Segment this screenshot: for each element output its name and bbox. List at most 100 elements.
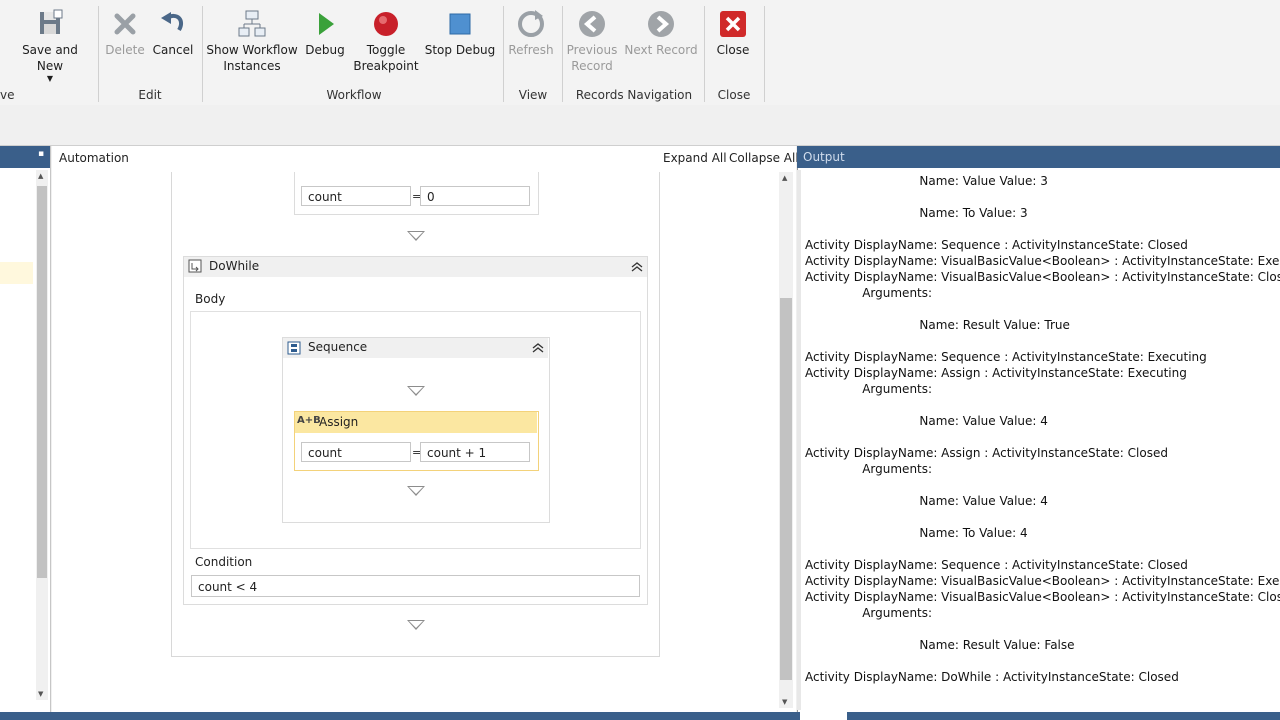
output-line: Activity DisplayName: VisualBasicValue<B… (805, 590, 1280, 604)
cancel-button[interactable]: Cancel (152, 8, 194, 58)
chevron-down-icon[interactable]: ▼ (8, 74, 92, 84)
output-line: Activity DisplayName: Sequence : Activit… (805, 238, 1188, 252)
output-title: Output (803, 150, 845, 164)
toggle-breakpoint-button[interactable]: Toggle Breakpoint (352, 8, 420, 74)
output-line: Name: Value Value: 3 (805, 174, 1048, 188)
toggle-breakpoint-label-2: Breakpoint (353, 59, 419, 73)
group-label-records-navigation: Records Navigation (575, 88, 693, 102)
dowhile-icon (188, 259, 202, 273)
ribbon-bottom-bar (0, 105, 1280, 146)
left-selected-row[interactable] (0, 262, 33, 284)
designer-scroll-thumb[interactable] (780, 298, 792, 680)
toggle-breakpoint-label-1: Toggle (366, 43, 406, 57)
delete-icon (114, 13, 136, 35)
previous-record-button[interactable]: Previous Record (566, 8, 618, 74)
collapse-chevron-icon[interactable] (631, 262, 643, 272)
condition-field[interactable]: count < 4 (191, 575, 640, 597)
pin-icon[interactable]: ▪ (38, 149, 44, 159)
collapse-chevron-icon[interactable] (532, 343, 544, 353)
scroll-up-icon[interactable]: ▲ (782, 174, 787, 182)
arrow-left-icon (579, 11, 605, 37)
show-workflow-label-2: Instances (223, 59, 281, 73)
debug-button[interactable]: Debug (304, 8, 346, 58)
output-line: Name: Value Value: 4 (805, 414, 1048, 428)
close-label: Close (716, 43, 750, 57)
expand-all-link[interactable]: Expand All (663, 151, 727, 165)
body-label: Body (195, 292, 226, 306)
left-scroll-thumb[interactable] (37, 186, 47, 578)
output-line: Activity DisplayName: VisualBasicValue<B… (805, 254, 1280, 268)
group-label-close: Close (717, 88, 751, 102)
group-label-view: View (518, 88, 548, 102)
tab-output[interactable] (800, 712, 847, 720)
debug-label: Debug (305, 43, 345, 57)
group-label-save: ve (0, 88, 15, 102)
output-line: Activity DisplayName: VisualBasicValue<B… (805, 270, 1280, 284)
next-record-label: Next Record (624, 43, 698, 57)
delete-label: Delete (105, 43, 145, 57)
bottom-tab-bar (0, 712, 1280, 720)
delete-button[interactable]: Delete (104, 8, 146, 58)
breakpoint-icon (374, 12, 398, 36)
drop-target-arrow-icon[interactable] (407, 620, 425, 630)
drop-target-arrow-icon[interactable] (407, 486, 425, 496)
output-line: Activity DisplayName: VisualBasicValue<B… (805, 574, 1280, 588)
output-line: Arguments: (805, 286, 933, 300)
assign-icon: A+B (297, 415, 321, 426)
condition-label: Condition (195, 555, 253, 569)
left-panel-header: ▪ (0, 146, 50, 168)
sequence-icon (287, 341, 301, 355)
output-line: Arguments: (805, 462, 933, 476)
show-workflow-label-1: Show Workflow (206, 43, 298, 57)
group-label-workflow: Workflow (326, 88, 382, 102)
refresh-label: Refresh (508, 43, 554, 57)
group-label-edit: Edit (138, 88, 162, 102)
close-button[interactable]: Close (712, 8, 754, 58)
assign-to-field[interactable]: count (301, 442, 411, 462)
top-assign-to-field[interactable]: count (301, 186, 411, 206)
scroll-up-icon[interactable]: ▲ (38, 172, 43, 180)
save-and-new-button[interactable]: Save and New ▼ (8, 8, 92, 84)
output-line: Activity DisplayName: Assign : ActivityI… (805, 446, 1168, 460)
workflow-instances-icon (238, 10, 266, 37)
output-header: Output (797, 146, 1280, 168)
cancel-label: Cancel (152, 43, 194, 57)
assign-title: Assign (319, 415, 359, 429)
output-line: Name: Value Value: 4 (805, 494, 1048, 508)
save-and-new-label: Save and New (22, 43, 78, 73)
output-line: Activity DisplayName: Sequence : Activit… (805, 350, 1207, 364)
undo-icon (161, 12, 184, 32)
output-panel (797, 146, 1280, 712)
show-workflow-instances-button[interactable]: Show Workflow Instances (206, 8, 298, 74)
save-new-icon (40, 9, 63, 34)
collapse-all-link[interactable]: Collapse All (729, 151, 799, 165)
refresh-button[interactable]: Refresh (508, 8, 554, 58)
assign-value-field[interactable]: count + 1 (420, 442, 530, 462)
previous-record-label-2: Record (571, 59, 613, 73)
drop-target-arrow-icon[interactable] (407, 386, 425, 396)
previous-record-label-1: Previous (566, 43, 618, 57)
refresh-icon (518, 10, 544, 37)
output-line: Name: To Value: 3 (805, 206, 1028, 220)
next-record-button[interactable]: Next Record (624, 8, 698, 58)
stop-debug-button[interactable]: Stop Debug (424, 8, 496, 58)
output-scrollbar[interactable] (797, 170, 801, 710)
scroll-down-icon[interactable]: ▼ (38, 690, 43, 698)
output-line: Arguments: (805, 606, 933, 620)
drop-target-arrow-icon[interactable] (407, 231, 425, 241)
output-line: Activity DisplayName: Assign : ActivityI… (805, 366, 1187, 380)
output-line: Name: Result Value: False (805, 638, 1075, 652)
ribbon: Save and New ▼ ve Delete Cancel Edit Sho… (0, 0, 1280, 106)
output-line: Activity DisplayName: DoWhile : Activity… (805, 670, 1179, 684)
close-icon (720, 11, 746, 37)
stop-icon (449, 13, 471, 35)
dowhile-title: DoWhile (209, 259, 260, 273)
top-assign-value-field[interactable]: 0 (420, 186, 530, 206)
output-line: Name: Result Value: True (805, 318, 1070, 332)
play-icon (319, 13, 334, 35)
output-line: Arguments: (805, 382, 933, 396)
scroll-down-icon[interactable]: ▼ (782, 698, 787, 706)
sequence-title: Sequence (308, 340, 368, 354)
output-line: Activity DisplayName: Sequence : Activit… (805, 558, 1188, 572)
designer-title: Automation (59, 151, 129, 165)
